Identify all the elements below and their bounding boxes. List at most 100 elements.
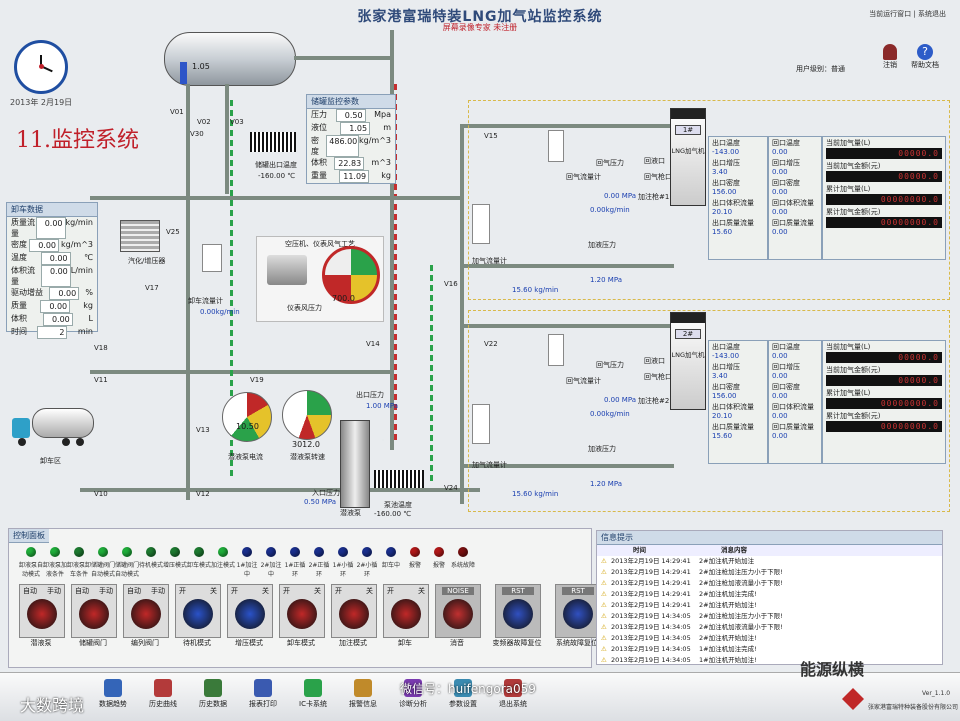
switch-knob-icon[interactable] xyxy=(183,599,213,629)
reset-button[interactable]: RST 变频器故障复位 xyxy=(493,584,549,648)
submerged-pump-icon[interactable] xyxy=(340,420,370,508)
storage-row-name: 密度 xyxy=(311,136,319,156)
return-flowmeter-1-icon[interactable] xyxy=(548,130,564,162)
mode-switch[interactable]: 开 关待机模式 xyxy=(175,584,221,648)
push-button-icon[interactable] xyxy=(563,599,593,629)
unload-area-label: 卸车区 xyxy=(40,457,61,465)
counter-item: 累计加气金额(元) 00000000.0 xyxy=(823,206,945,229)
valve-v14[interactable] xyxy=(366,326,376,334)
message-row[interactable]: ⚠ 2013年2月19日 14:29:41 2#加注枪加液流量小于下限! xyxy=(597,578,942,589)
switch-knob-icon[interactable] xyxy=(27,599,57,629)
mode-switch[interactable]: 自动 手动 潜液泵 xyxy=(19,584,65,648)
valve-v30[interactable] xyxy=(193,138,203,146)
counter-label: 累计加气金额(元) xyxy=(826,412,881,420)
toolbar-button[interactable]: 历史数据 xyxy=(188,679,238,709)
mode-switch[interactable]: 开 关增压模式 xyxy=(227,584,273,648)
valve-gv02[interactable] xyxy=(212,172,222,180)
fill-flowmeter-1-icon[interactable] xyxy=(472,204,490,244)
toolbar-button[interactable]: 报表打印 xyxy=(238,679,288,709)
dispenser-return-item: 回口温度 0.00 xyxy=(769,137,821,157)
lng-dispenser-1[interactable]: 1# LNG加气机 xyxy=(670,108,706,206)
lng-dispenser-2[interactable]: 2# LNG加气机 xyxy=(670,312,706,410)
exit-system-link[interactable]: 系统退出 xyxy=(918,10,946,18)
message-row[interactable]: ⚠ 2013年2月19日 14:29:41 2#加注机开始加注 xyxy=(597,556,942,567)
message-row[interactable]: ⚠ 2013年2月19日 14:34:05 2#加注枪加注压力小于下限! xyxy=(597,611,942,622)
unload-row-name: 时间 xyxy=(11,327,27,336)
outlet-pressure-value: 1.00 MPa xyxy=(366,402,399,410)
switch-knob-icon[interactable] xyxy=(391,599,421,629)
lamp-label: 报警 xyxy=(408,562,421,569)
valve-v16[interactable] xyxy=(444,270,454,278)
outlet-item-value: 3.40 xyxy=(712,372,728,380)
mode-switch[interactable]: 开 关卸车 xyxy=(383,584,429,648)
mode-switch[interactable]: 自动 手动 储罐阀门 xyxy=(71,584,117,648)
message-row[interactable]: ⚠ 2013年2月19日 14:34:05 1#加注机加注完成! xyxy=(597,644,942,655)
logout-button[interactable]: 注销 xyxy=(880,44,900,70)
switch-knob-icon[interactable] xyxy=(339,599,369,629)
pump-temp-bar xyxy=(374,470,424,488)
counter-display: 00000000.0 xyxy=(826,217,942,228)
unload-flowmeter-icon[interactable] xyxy=(202,244,222,272)
mode-switch[interactable]: 开 关卸车模式 xyxy=(279,584,325,648)
dispenser-return-item: 回口体积流量 0.00 xyxy=(769,197,821,217)
return-item-value: 0.00 xyxy=(772,432,788,440)
outlet-item-value: -143.00 xyxy=(712,148,740,156)
toolbar-button[interactable]: 报警信息 xyxy=(338,679,388,709)
fill-flowmeter-2-icon[interactable] xyxy=(472,404,490,444)
inlet-pressure-label: 入口压力 xyxy=(312,489,340,497)
valve-v24[interactable] xyxy=(444,460,454,468)
mode-switch[interactable]: 开 关加注模式 xyxy=(331,584,377,648)
tanker-truck-icon[interactable] xyxy=(12,406,94,446)
outlet-item-label: 出口质量流量 xyxy=(712,219,754,227)
outlet-item-value: 156.00 xyxy=(712,188,737,196)
counter-label: 当前加气量(L) xyxy=(826,139,871,147)
status-lamp: 1#正循环 xyxy=(283,547,307,578)
storage-row-unit: kg xyxy=(381,171,391,180)
message-time: 2013年2月19日 14:34:05 xyxy=(611,634,691,642)
push-button-icon[interactable] xyxy=(443,599,473,629)
unload-row-name: 体积 xyxy=(11,314,27,323)
switch-label: 卸车模式 xyxy=(287,639,315,647)
mode-switch[interactable]: 自动 手动 编列阀门 xyxy=(123,584,169,648)
return-item-value: 0.00 xyxy=(772,352,788,360)
lamp-indicator-icon xyxy=(338,547,348,557)
switch-knob-icon[interactable] xyxy=(131,599,161,629)
valve-v02[interactable] xyxy=(204,110,214,118)
valve-v13-label: V13 xyxy=(196,426,210,434)
valve-v25[interactable] xyxy=(170,220,180,228)
counter-item: 累计加气量(L) 00000000.0 xyxy=(823,387,945,410)
compressor-icon[interactable] xyxy=(267,255,307,285)
switch-label: 储罐阀门 xyxy=(79,639,107,647)
message-row[interactable]: ⚠ 2013年2月19日 14:29:41 2#加注机加注完成! xyxy=(597,589,942,600)
switch-knob-icon[interactable] xyxy=(235,599,265,629)
message-row[interactable]: ⚠ 2013年2月19日 14:29:41 2#加注机开始加注! xyxy=(597,600,942,611)
pump-speed-gauge xyxy=(282,390,332,440)
current-window-link[interactable]: 当前运行窗口 xyxy=(869,10,911,18)
valve-gv05[interactable] xyxy=(378,436,388,444)
user-level: 用户级别：普通 xyxy=(796,65,845,73)
toolbar-button[interactable]: IC卡系统 xyxy=(288,679,338,709)
message-row[interactable]: ⚠ 2013年2月19日 14:34:05 2#加注机开始加注! xyxy=(597,633,942,644)
switch-knob-icon[interactable] xyxy=(287,599,317,629)
toolbar-button[interactable]: 历史曲线 xyxy=(138,679,188,709)
push-button-icon[interactable] xyxy=(503,599,533,629)
message-row[interactable]: ⚠ 2013年2月19日 14:29:41 2#加注枪加注压力小于下限! xyxy=(597,567,942,578)
warning-icon: ⚠ xyxy=(601,568,607,576)
return-flowmeter-2-icon[interactable] xyxy=(548,334,564,366)
message-text: 2#加注机加液流量小于下限! xyxy=(699,623,783,631)
toolbar-button[interactable]: 数据趋势 xyxy=(88,679,138,709)
button-top-label: RST xyxy=(562,587,594,595)
message-row[interactable]: ⚠ 2013年2月19日 14:34:05 2#加注机加液流量小于下限! xyxy=(597,622,942,633)
vaporizer-icon[interactable] xyxy=(120,220,160,252)
help-button[interactable]: ? 帮助文档 xyxy=(910,44,940,70)
reset-button[interactable]: NOISE 消音 xyxy=(435,584,489,648)
message-row[interactable]: ⚠ 2013年2月19日 14:34:05 1#加注机开始加注! xyxy=(597,655,942,666)
pump-current-gauge xyxy=(222,392,272,442)
switch-knob-icon[interactable] xyxy=(79,599,109,629)
valve-gv03[interactable] xyxy=(236,172,246,180)
unload-row-value: 0.00 xyxy=(49,287,80,300)
unload-row-value: 0.00 xyxy=(29,239,59,252)
lamp-indicator-icon xyxy=(26,547,36,557)
valve-gv04[interactable] xyxy=(212,464,222,472)
counter-label: 当前加气量(L) xyxy=(826,343,871,351)
